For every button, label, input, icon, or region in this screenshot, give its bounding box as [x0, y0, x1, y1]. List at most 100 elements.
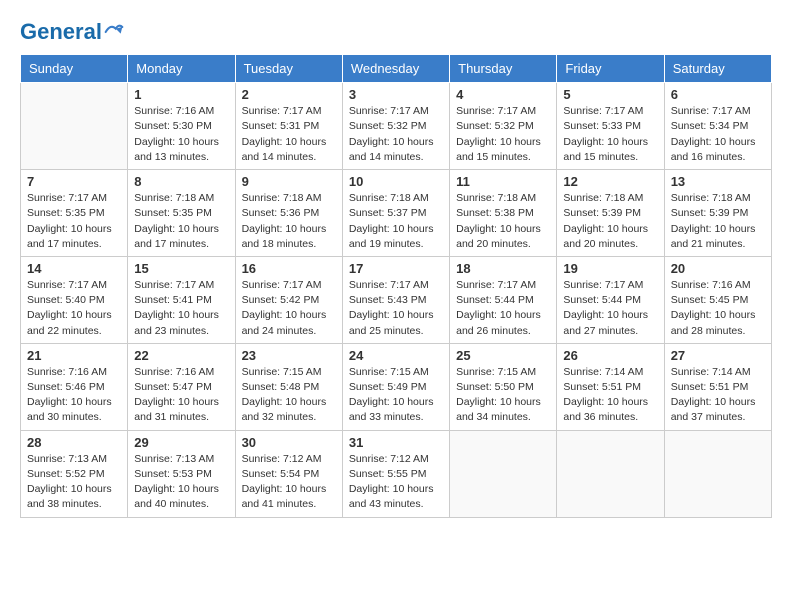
day-info: Sunrise: 7:15 AMSunset: 5:49 PMDaylight:…: [349, 365, 443, 426]
logo-icon: [104, 22, 124, 42]
day-cell: 10 Sunrise: 7:18 AMSunset: 5:37 PMDayligh…: [342, 170, 449, 257]
day-number: 3: [349, 87, 443, 102]
weekday-header: Saturday: [664, 55, 771, 83]
day-info: Sunrise: 7:18 AMSunset: 5:38 PMDaylight:…: [456, 191, 550, 252]
day-number: 10: [349, 174, 443, 189]
day-info: Sunrise: 7:18 AMSunset: 5:35 PMDaylight:…: [134, 191, 228, 252]
day-info: Sunrise: 7:16 AMSunset: 5:45 PMDaylight:…: [671, 278, 765, 339]
day-cell: 1Sunrise: 7:16 AMSunset: 5:30 PMDaylight…: [128, 83, 235, 170]
day-cell: 31Sunrise: 7:12 AMSunset: 5:55 PMDayligh…: [342, 430, 449, 517]
day-cell: 5Sunrise: 7:17 AMSunset: 5:33 PMDaylight…: [557, 83, 664, 170]
day-cell: [21, 83, 128, 170]
day-number: 23: [242, 348, 336, 363]
page-header: General: [20, 20, 772, 44]
day-info: Sunrise: 7:17 AMSunset: 5:41 PMDaylight:…: [134, 278, 228, 339]
day-number: 6: [671, 87, 765, 102]
day-number: 1: [134, 87, 228, 102]
weekday-header: Thursday: [450, 55, 557, 83]
week-row: 14 Sunrise: 7:17 AMSunset: 5:40 PMDayligh…: [21, 256, 772, 343]
day-info: Sunrise: 7:15 AMSunset: 5:48 PMDaylight:…: [242, 365, 336, 426]
day-info: Sunrise: 7:12 AMSunset: 5:55 PMDaylight:…: [349, 452, 443, 513]
day-info: Sunrise: 7:17 AMSunset: 5:34 PMDaylight:…: [671, 104, 765, 165]
week-row: 28Sunrise: 7:13 AMSunset: 5:52 PMDayligh…: [21, 430, 772, 517]
day-number: 11: [456, 174, 550, 189]
day-number: 18: [456, 261, 550, 276]
day-number: 17: [349, 261, 443, 276]
day-info: Sunrise: 7:17 AMSunset: 5:32 PMDaylight:…: [456, 104, 550, 165]
day-number: 16: [242, 261, 336, 276]
day-cell: 29Sunrise: 7:13 AMSunset: 5:53 PMDayligh…: [128, 430, 235, 517]
day-info: Sunrise: 7:17 AMSunset: 5:32 PMDaylight:…: [349, 104, 443, 165]
day-cell: 30 Sunrise: 7:12 AMSunset: 5:54 PMDayligh…: [235, 430, 342, 517]
day-info: Sunrise: 7:18 AMSunset: 5:36 PMDaylight:…: [242, 191, 336, 252]
weekday-header-row: SundayMondayTuesdayWednesdayThursdayFrid…: [21, 55, 772, 83]
day-number: 28: [27, 435, 121, 450]
day-number: 13: [671, 174, 765, 189]
day-info: Sunrise: 7:18 AMSunset: 5:37 PMDaylight:…: [349, 191, 443, 252]
day-cell: 26Sunrise: 7:14 AMSunset: 5:51 PMDayligh…: [557, 343, 664, 430]
day-info: Sunrise: 7:18 AMSunset: 5:39 PMDaylight:…: [563, 191, 657, 252]
day-cell: 14 Sunrise: 7:17 AMSunset: 5:40 PMDayligh…: [21, 256, 128, 343]
day-cell: 25 Sunrise: 7:15 AMSunset: 5:50 PMDayligh…: [450, 343, 557, 430]
day-cell: 2Sunrise: 7:17 AMSunset: 5:31 PMDaylight…: [235, 83, 342, 170]
weekday-header: Wednesday: [342, 55, 449, 83]
day-number: 14: [27, 261, 121, 276]
logo: General: [20, 20, 124, 44]
day-info: Sunrise: 7:17 AMSunset: 5:40 PMDaylight:…: [27, 278, 121, 339]
day-number: 22: [134, 348, 228, 363]
day-cell: 11 Sunrise: 7:18 AMSunset: 5:38 PMDayligh…: [450, 170, 557, 257]
weekday-header: Monday: [128, 55, 235, 83]
day-info: Sunrise: 7:17 AMSunset: 5:43 PMDaylight:…: [349, 278, 443, 339]
day-cell: 19 Sunrise: 7:17 AMSunset: 5:44 PMDayligh…: [557, 256, 664, 343]
weekday-header: Tuesday: [235, 55, 342, 83]
day-cell: 21 Sunrise: 7:16 AMSunset: 5:46 PMDayligh…: [21, 343, 128, 430]
day-number: 21: [27, 348, 121, 363]
day-number: 24: [349, 348, 443, 363]
day-cell: 17 Sunrise: 7:17 AMSunset: 5:43 PMDayligh…: [342, 256, 449, 343]
day-info: Sunrise: 7:16 AMSunset: 5:47 PMDaylight:…: [134, 365, 228, 426]
day-number: 12: [563, 174, 657, 189]
day-info: Sunrise: 7:17 AMSunset: 5:35 PMDaylight:…: [27, 191, 121, 252]
weekday-header: Friday: [557, 55, 664, 83]
day-cell: 20 Sunrise: 7:16 AMSunset: 5:45 PMDayligh…: [664, 256, 771, 343]
day-info: Sunrise: 7:17 AMSunset: 5:44 PMDaylight:…: [456, 278, 550, 339]
day-cell: 22 Sunrise: 7:16 AMSunset: 5:47 PMDayligh…: [128, 343, 235, 430]
day-info: Sunrise: 7:15 AMSunset: 5:50 PMDaylight:…: [456, 365, 550, 426]
day-cell: 15Sunrise: 7:17 AMSunset: 5:41 PMDayligh…: [128, 256, 235, 343]
day-info: Sunrise: 7:16 AMSunset: 5:46 PMDaylight:…: [27, 365, 121, 426]
day-cell: 8Sunrise: 7:18 AMSunset: 5:35 PMDaylight…: [128, 170, 235, 257]
day-number: 19: [563, 261, 657, 276]
day-cell: 16 Sunrise: 7:17 AMSunset: 5:42 PMDayligh…: [235, 256, 342, 343]
day-info: Sunrise: 7:14 AMSunset: 5:51 PMDaylight:…: [671, 365, 765, 426]
day-cell: 28Sunrise: 7:13 AMSunset: 5:52 PMDayligh…: [21, 430, 128, 517]
day-info: Sunrise: 7:17 AMSunset: 5:33 PMDaylight:…: [563, 104, 657, 165]
day-cell: 7 Sunrise: 7:17 AMSunset: 5:35 PMDaylight…: [21, 170, 128, 257]
day-cell: [450, 430, 557, 517]
day-number: 9: [242, 174, 336, 189]
day-info: Sunrise: 7:17 AMSunset: 5:42 PMDaylight:…: [242, 278, 336, 339]
day-number: 20: [671, 261, 765, 276]
day-cell: 3 Sunrise: 7:17 AMSunset: 5:32 PMDaylight…: [342, 83, 449, 170]
day-info: Sunrise: 7:17 AMSunset: 5:44 PMDaylight:…: [563, 278, 657, 339]
week-row: 1Sunrise: 7:16 AMSunset: 5:30 PMDaylight…: [21, 83, 772, 170]
day-number: 30: [242, 435, 336, 450]
day-cell: 13 Sunrise: 7:18 AMSunset: 5:39 PMDayligh…: [664, 170, 771, 257]
day-number: 25: [456, 348, 550, 363]
calendar-table: SundayMondayTuesdayWednesdayThursdayFrid…: [20, 54, 772, 517]
day-number: 7: [27, 174, 121, 189]
day-cell: 24 Sunrise: 7:15 AMSunset: 5:49 PMDayligh…: [342, 343, 449, 430]
day-info: Sunrise: 7:12 AMSunset: 5:54 PMDaylight:…: [242, 452, 336, 513]
day-cell: 6 Sunrise: 7:17 AMSunset: 5:34 PMDaylight…: [664, 83, 771, 170]
day-info: Sunrise: 7:18 AMSunset: 5:39 PMDaylight:…: [671, 191, 765, 252]
day-cell: 4 Sunrise: 7:17 AMSunset: 5:32 PMDaylight…: [450, 83, 557, 170]
day-number: 4: [456, 87, 550, 102]
day-number: 2: [242, 87, 336, 102]
day-cell: 12 Sunrise: 7:18 AMSunset: 5:39 PMDayligh…: [557, 170, 664, 257]
day-number: 27: [671, 348, 765, 363]
day-cell: [664, 430, 771, 517]
day-cell: 23 Sunrise: 7:15 AMSunset: 5:48 PMDayligh…: [235, 343, 342, 430]
day-cell: 18 Sunrise: 7:17 AMSunset: 5:44 PMDayligh…: [450, 256, 557, 343]
week-row: 21 Sunrise: 7:16 AMSunset: 5:46 PMDayligh…: [21, 343, 772, 430]
day-number: 26: [563, 348, 657, 363]
week-row: 7 Sunrise: 7:17 AMSunset: 5:35 PMDaylight…: [21, 170, 772, 257]
